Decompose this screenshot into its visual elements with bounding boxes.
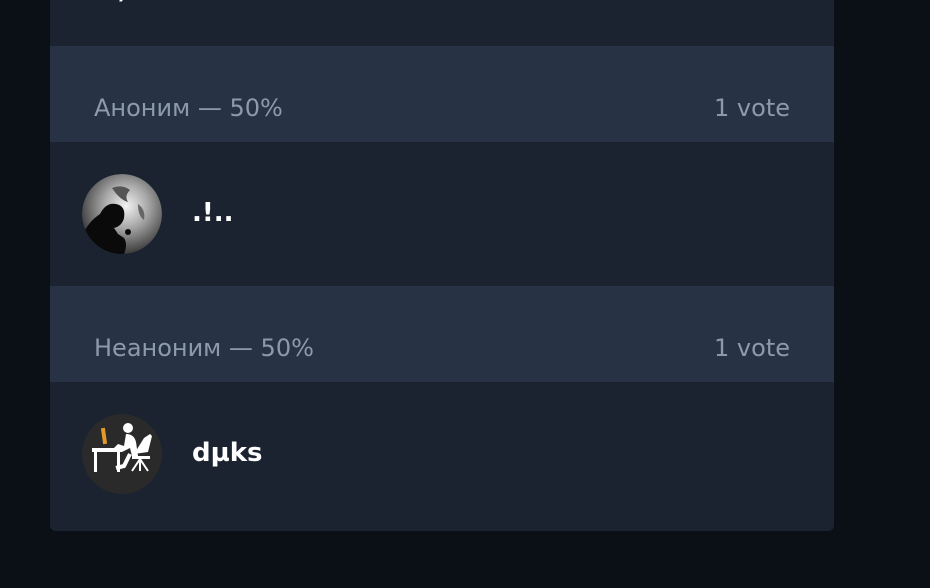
poll-option-vote-count: 1 vote [714,94,790,122]
voter-row[interactable]: .!.. [50,142,834,286]
voter-name[interactable]: dµks [192,438,263,468]
poll-question-area: …, … [50,0,834,46]
poll-results-panel: …, … Аноним — 50% 1 vote .! [50,0,834,531]
poll-option-label: Неаноним — 50% [94,334,314,362]
poll-option-header[interactable]: Неаноним — 50% 1 vote [50,286,834,382]
desk-worker-avatar[interactable] [82,414,162,494]
poll-question-text: …, … [94,0,159,4]
voter-name[interactable]: .!.. [192,198,234,228]
voter-row[interactable]: dµks [50,382,834,531]
desk-worker-icon [82,414,162,494]
poll-option-header[interactable]: Аноним — 50% 1 vote [50,46,834,142]
earth-silhouette-icon [82,174,162,254]
poll-option-label: Аноним — 50% [94,94,283,122]
earth-silhouette-avatar[interactable] [82,174,162,254]
poll-option-vote-count: 1 vote [714,334,790,362]
